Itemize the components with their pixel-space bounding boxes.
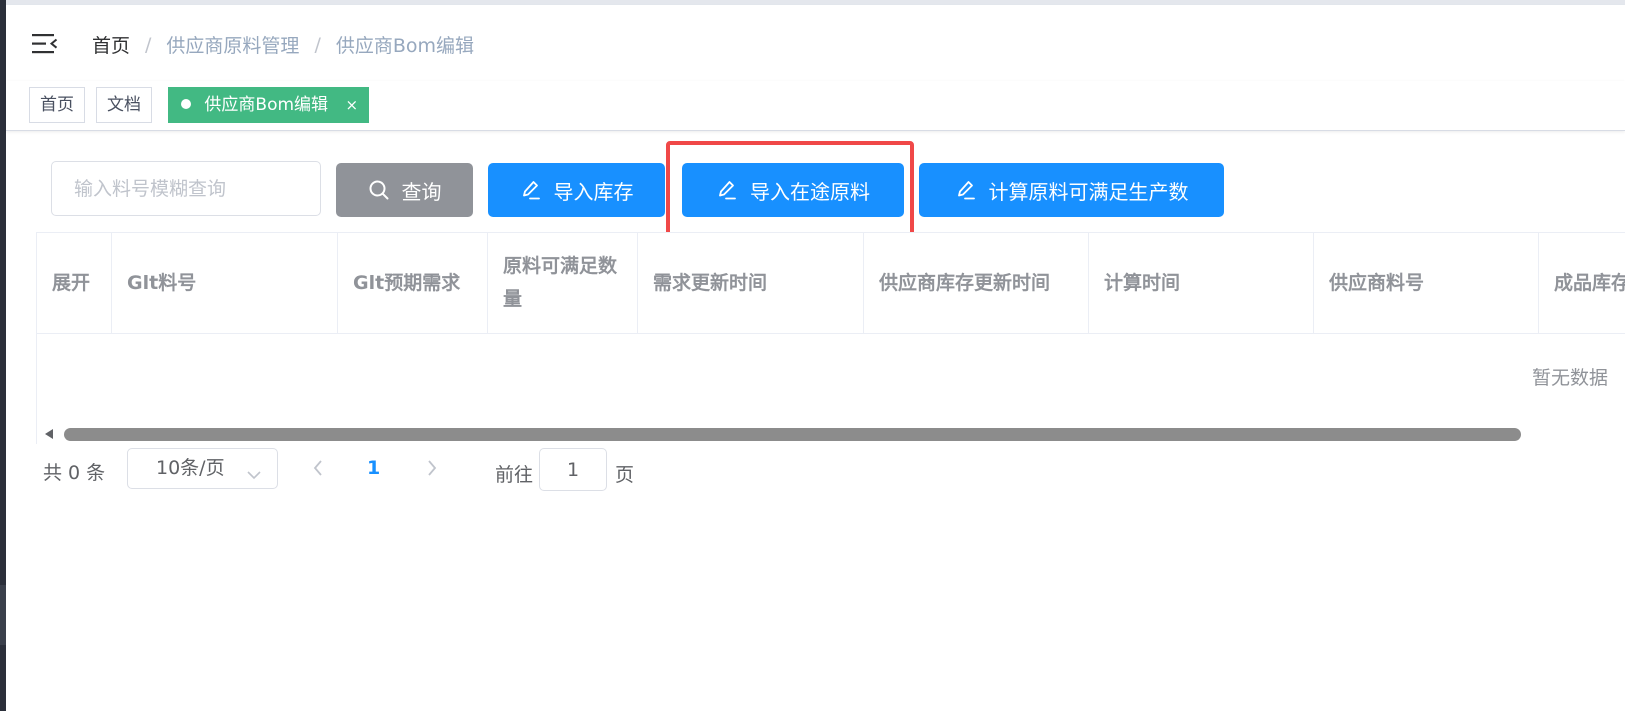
scrollbar-thumb[interactable]: [64, 428, 1521, 441]
column-header-material-satisfiable-qty: 原料可满足数量: [488, 233, 638, 333]
chevron-down-icon: [245, 458, 263, 497]
active-dot-icon: [181, 99, 191, 109]
edit-icon: [955, 179, 977, 201]
tag-label: 文档: [107, 95, 141, 115]
tag-label: 首页: [40, 95, 74, 115]
column-header-supplier-inventory-update-time: 供应商库存更新时间: [864, 233, 1089, 333]
import-inventory-button[interactable]: 导入库存: [488, 163, 665, 217]
edit-icon: [716, 179, 738, 201]
table-header: 展开 Glt料号 Glt预期需求 原料可满足数量 需求更新时间 供应商库存更新时…: [37, 233, 1625, 334]
page-size-value: 10条/页: [156, 457, 225, 479]
chevron-right-icon[interactable]: [425, 458, 439, 483]
pagination-total: 共 0 条: [43, 462, 106, 484]
search-icon: [368, 179, 390, 201]
breadcrumb-supplier-material[interactable]: 供应商原料管理: [166, 31, 299, 58]
page-suffix: 页: [615, 464, 635, 486]
close-icon[interactable]: ×: [345, 88, 358, 122]
import-transit-material-button[interactable]: 导入在途原料: [682, 163, 904, 217]
horizontal-scrollbar[interactable]: [37, 425, 1625, 443]
hamburger-icon[interactable]: [32, 32, 58, 56]
column-header-supplier-part-number: 供应商料号: [1314, 233, 1539, 333]
import-transit-material-label: 导入在途原料: [750, 179, 870, 204]
tag-home[interactable]: 首页: [29, 87, 85, 123]
edit-icon: [520, 179, 542, 201]
column-header-demand-update-time: 需求更新时间: [638, 233, 864, 333]
breadcrumb-current-page: 供应商Bom编辑: [335, 35, 475, 57]
empty-text: 暂无数据: [1532, 367, 1609, 389]
breadcrumb: 首页 / 供应商原料管理 / 供应商Bom编辑: [92, 31, 474, 58]
column-header-expand: 展开: [37, 233, 112, 333]
page-size-select[interactable]: 10条/页: [127, 448, 278, 489]
import-inventory-label: 导入库存: [553, 179, 634, 204]
scroll-left-arrow-icon[interactable]: [45, 429, 53, 439]
goto-page-input[interactable]: [539, 448, 607, 491]
tags-view: 首页 文档 供应商Bom编辑 ×: [6, 81, 1625, 131]
column-header-calculation-time: 计算时间: [1089, 233, 1314, 333]
calculate-production-button[interactable]: 计算原料可满足生产数: [919, 163, 1224, 217]
breadcrumb-home[interactable]: 首页: [92, 31, 130, 58]
column-header-glt-expected-demand: Glt预期需求: [338, 233, 488, 333]
tag-label: 供应商Bom编辑: [204, 95, 329, 115]
chevron-left-icon[interactable]: [311, 458, 325, 483]
search-input[interactable]: [51, 161, 321, 216]
column-header-finished-goods-inventory: 成品库存: [1539, 233, 1625, 333]
query-button-label: 查询: [401, 179, 442, 204]
page-number[interactable]: 1: [367, 457, 380, 479]
breadcrumb-separator: /: [314, 33, 321, 56]
tag-supplier-bom-edit[interactable]: 供应商Bom编辑 ×: [168, 87, 370, 123]
goto-label: 前往: [495, 464, 534, 486]
column-header-glt-part-number: Glt料号: [112, 233, 338, 333]
tag-docs[interactable]: 文档: [96, 87, 152, 123]
query-button[interactable]: 查询: [336, 163, 473, 217]
navbar: 首页 / 供应商原料管理 / 供应商Bom编辑: [6, 5, 1625, 82]
breadcrumb-separator: /: [145, 33, 152, 56]
data-table: 展开 Glt料号 Glt预期需求 原料可满足数量 需求更新时间 供应商库存更新时…: [36, 232, 1625, 444]
calculate-production-label: 计算原料可满足生产数: [988, 179, 1189, 204]
